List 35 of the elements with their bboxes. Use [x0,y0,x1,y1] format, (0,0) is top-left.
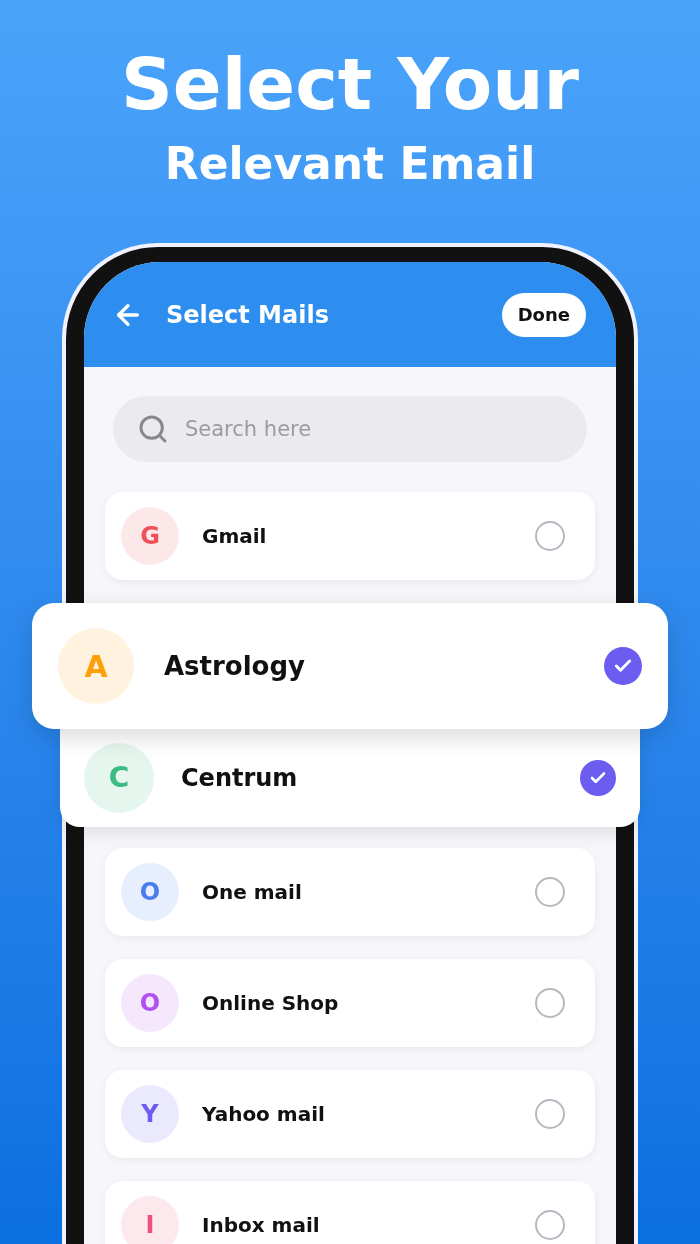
search-bar[interactable]: Search here [113,396,587,462]
unchecked-checkbox[interactable] [535,1099,565,1129]
checked-checkbox[interactable] [580,760,616,796]
headline-subtitle: Relevant Email [164,137,536,191]
checked-checkbox[interactable] [604,647,642,685]
mail-card[interactable]: G Gmail [105,492,595,580]
mail-name: Centrum [181,763,298,794]
mail-card[interactable]: Y Yahoo mail [105,1070,595,1158]
avatar-letter: O [139,988,161,1019]
mail-name: Yahoo mail [202,1101,325,1128]
search-input[interactable]: Search here [185,396,563,462]
mail-card[interactable]: O One mail [105,848,595,936]
app-bar-title: Select Mails [166,299,329,331]
headline-title: Select Your [120,41,580,128]
avatar-letter: C [108,760,130,796]
mail-name: Astrology [164,649,306,683]
mail-name: Inbox mail [202,1212,320,1239]
unchecked-checkbox[interactable] [535,877,565,907]
mail-name: One mail [202,879,302,906]
avatar-letter: G [140,521,160,552]
unchecked-checkbox[interactable] [535,521,565,551]
search-icon [137,413,169,445]
avatar-letter: I [145,1210,155,1241]
done-button[interactable]: Done [501,292,586,337]
mail-name: Online Shop [202,990,339,1017]
avatar-letter: A [84,647,108,686]
mail-card[interactable]: C Centrum [60,729,640,827]
avatar-letter: O [139,877,161,908]
mail-card[interactable]: O Online Shop [105,959,595,1047]
avatar-letter: Y [141,1099,159,1130]
mail-card[interactable]: A Astrology [32,603,668,729]
unchecked-checkbox[interactable] [535,1210,565,1240]
unchecked-checkbox[interactable] [535,988,565,1018]
mail-card[interactable]: I Inbox mail [105,1181,595,1244]
mail-name: Gmail [202,523,267,550]
